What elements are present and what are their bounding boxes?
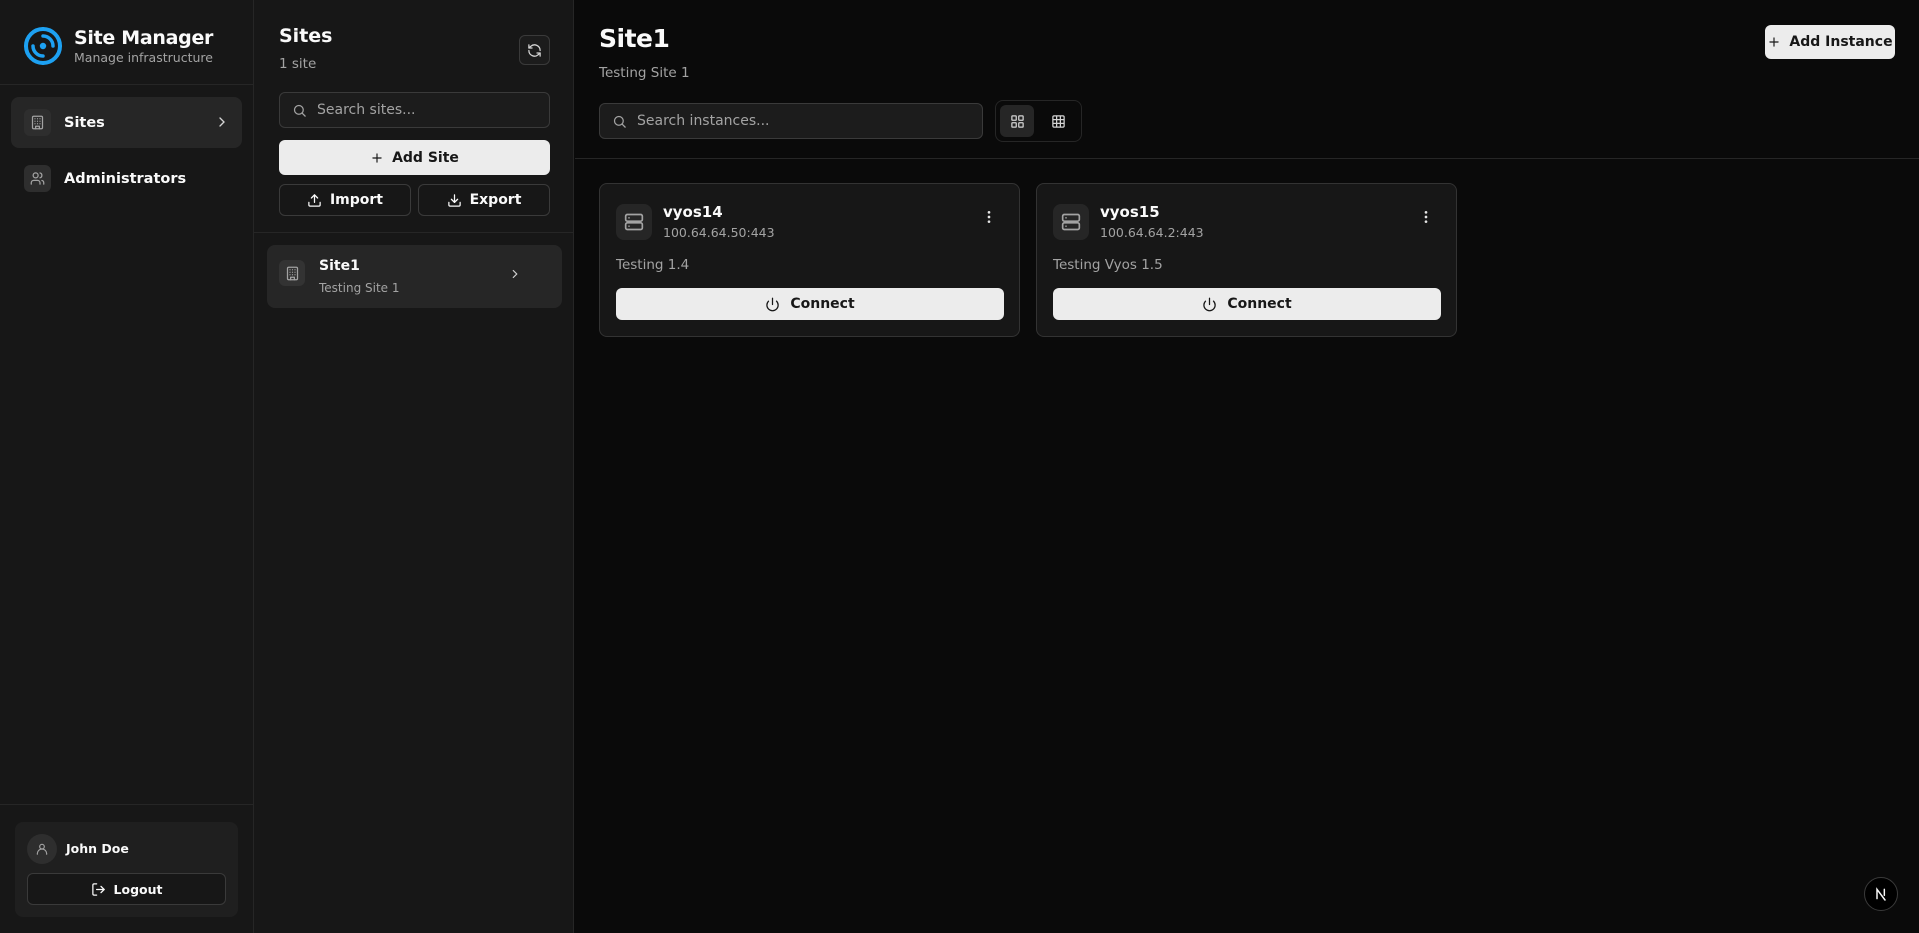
instance-address: 100.64.64.50:443 xyxy=(663,225,775,240)
server-icon xyxy=(1053,204,1089,240)
refresh-icon xyxy=(527,43,542,58)
search-icon xyxy=(292,103,307,118)
server-icon xyxy=(616,204,652,240)
add-site-label: Add Site xyxy=(392,149,459,166)
instance-name: vyos14 xyxy=(663,203,723,221)
main-divider xyxy=(575,158,1919,159)
brand-text: Site Manager Manage infrastructure xyxy=(74,26,213,66)
nav-item-sites[interactable]: Sites xyxy=(11,97,242,148)
logout-button[interactable]: Logout xyxy=(27,873,226,905)
user-divider xyxy=(0,804,254,805)
brand-subtitle: Manage infrastructure xyxy=(74,50,213,65)
page-title: Site1 xyxy=(599,24,670,53)
user-name: John Doe xyxy=(66,841,129,856)
app-root: Site Manager Manage infrastructure Sites xyxy=(0,0,1919,933)
connect-button[interactable]: Connect xyxy=(1053,288,1441,320)
brand: Site Manager Manage infrastructure xyxy=(22,24,213,68)
nav-sidebar: Site Manager Manage infrastructure Sites xyxy=(0,0,254,933)
connect-button[interactable]: Connect xyxy=(616,288,1004,320)
upload-icon xyxy=(307,193,322,208)
connect-label: Connect xyxy=(1227,296,1292,312)
more-vertical-icon xyxy=(981,209,997,225)
instance-card: vyos14 100.64.64.50:443 Testing 1.4 Conn… xyxy=(599,183,1020,337)
brand-title: Site Manager xyxy=(74,27,214,49)
plus-icon xyxy=(1767,35,1781,49)
instance-description: Testing Vyos 1.5 xyxy=(1053,257,1163,273)
nav-item-label: Administrators xyxy=(64,170,187,187)
site-description: Testing Site 1 xyxy=(319,281,400,295)
sites-search-box xyxy=(279,92,550,128)
refresh-button[interactable] xyxy=(519,35,550,65)
sites-search-input[interactable] xyxy=(317,102,536,118)
more-vertical-icon xyxy=(1418,209,1434,225)
grid-icon xyxy=(1010,114,1025,129)
nextjs-logo-icon xyxy=(1873,886,1889,902)
nav-item-administrators[interactable]: Administrators xyxy=(11,153,242,204)
logout-icon xyxy=(91,882,106,897)
more-options-button[interactable] xyxy=(977,205,1001,229)
nextjs-devtools-button[interactable] xyxy=(1864,877,1898,911)
nav-item-label: Sites xyxy=(64,114,105,131)
instance-card: vyos15 100.64.64.2:443 Testing Vyos 1.5 … xyxy=(1036,183,1457,337)
view-toggle xyxy=(995,100,1082,142)
building-icon xyxy=(24,109,51,136)
logout-label: Logout xyxy=(113,881,163,897)
swirl-logo-icon xyxy=(22,25,64,67)
page-subtitle: Testing Site 1 xyxy=(599,65,690,81)
add-instance-button[interactable]: Add Instance xyxy=(1765,25,1895,59)
instance-address: 100.64.64.2:443 xyxy=(1100,225,1204,240)
site-name: Site1 xyxy=(319,258,360,274)
instance-name: vyos15 xyxy=(1100,203,1160,221)
sites-count: 1 site xyxy=(279,56,317,72)
search-icon xyxy=(612,114,627,129)
instances-search-input[interactable] xyxy=(637,113,952,129)
nav-divider xyxy=(0,84,254,85)
grid-view-button[interactable] xyxy=(1000,105,1034,137)
export-button[interactable]: Export xyxy=(418,184,550,216)
sites-panel: Sites 1 site Add Site Impor xyxy=(254,0,574,933)
add-instance-label: Add Instance xyxy=(1789,34,1893,50)
add-site-button[interactable]: Add Site xyxy=(279,140,550,175)
users-icon xyxy=(24,165,51,192)
power-icon xyxy=(1202,297,1217,312)
import-button[interactable]: Import xyxy=(279,184,411,216)
power-icon xyxy=(765,297,780,312)
plus-icon xyxy=(370,151,384,165)
connect-label: Connect xyxy=(790,296,855,312)
import-label: Import xyxy=(329,192,384,208)
user-avatar-icon xyxy=(27,834,57,864)
download-icon xyxy=(447,193,462,208)
chevron-right-icon xyxy=(214,114,230,130)
site-list-item[interactable]: Site1 Testing Site 1 xyxy=(267,245,562,308)
more-options-button[interactable] xyxy=(1414,205,1438,229)
sites-divider xyxy=(254,232,574,233)
building-icon xyxy=(279,260,305,286)
main-content: Site1 Testing Site 1 Add Instance Search… xyxy=(575,0,1919,933)
chevron-right-icon xyxy=(508,267,522,281)
export-label: Export xyxy=(469,192,522,208)
instance-description: Testing 1.4 xyxy=(616,257,690,273)
table-icon xyxy=(1051,114,1066,129)
sites-title: Sites xyxy=(279,25,333,47)
user-card: John Doe Logout xyxy=(15,822,238,917)
instances-search-box xyxy=(599,103,983,139)
table-view-button[interactable] xyxy=(1041,105,1075,137)
